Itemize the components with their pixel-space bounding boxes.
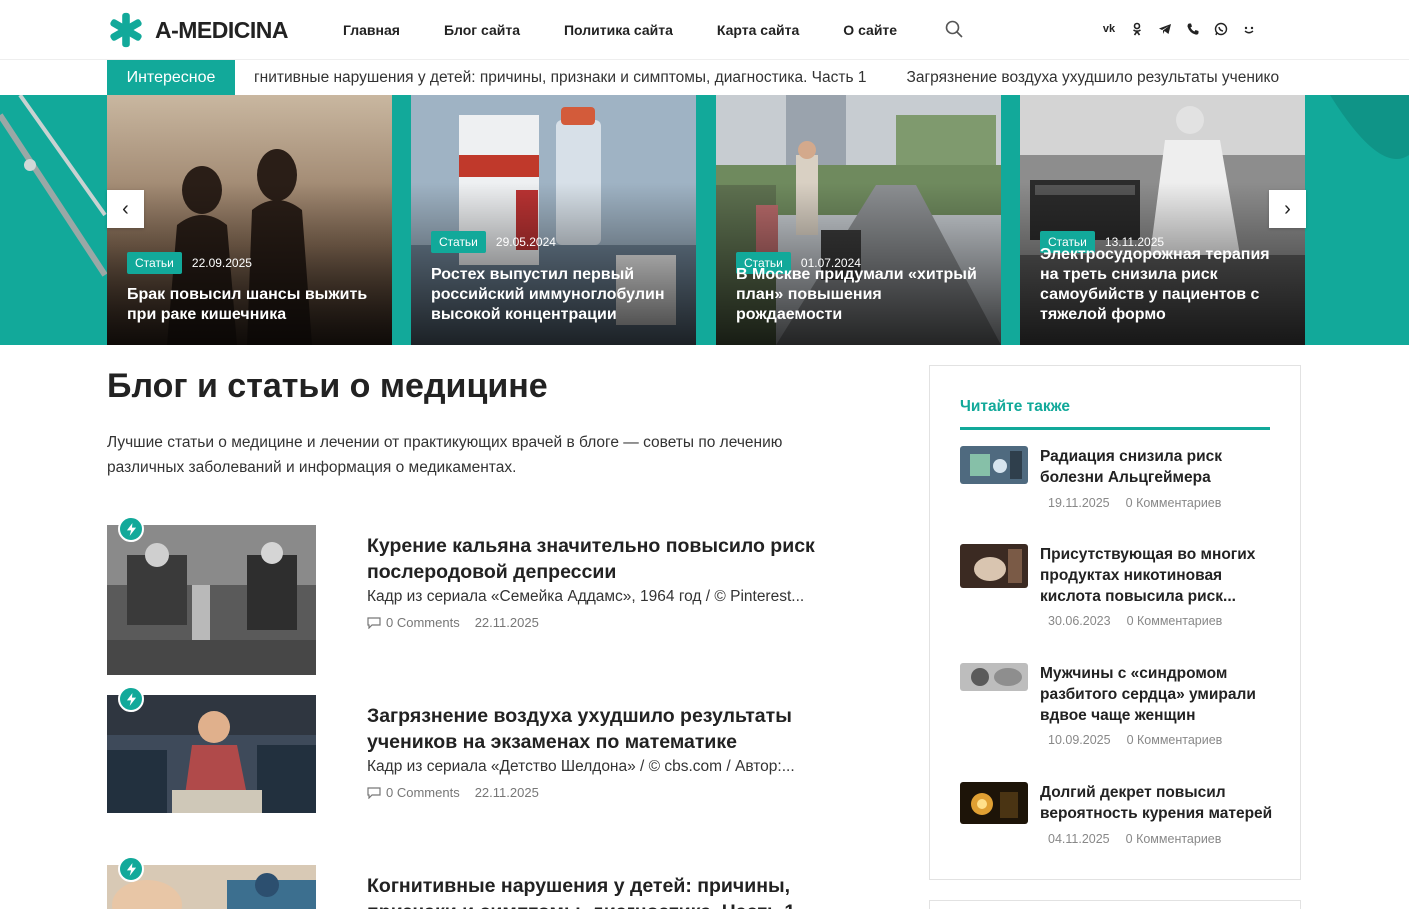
post-title[interactable]: Курение кальяна значительно повысило рис…	[367, 533, 827, 585]
sidebar-item-meta: 19.11.2025 0 Комментариев	[1048, 496, 1221, 510]
nav-item-policy[interactable]: Политика сайта	[564, 22, 673, 38]
post-meta: 0 Comments 22.11.2025	[367, 615, 539, 630]
sidebar-item-comments[interactable]: 0 Комментариев	[1126, 496, 1222, 510]
sidebar-item-title[interactable]: Долгий декрет повысил вероятность курени…	[1040, 782, 1275, 824]
post-meta: 0 Comments 22.11.2025	[367, 785, 539, 800]
search-icon[interactable]	[944, 19, 964, 39]
category-badge[interactable]: Статьи	[431, 231, 486, 253]
post-excerpt: Кадр из сериала «Детство Шелдона» / © cb…	[367, 758, 795, 775]
slider-next-button[interactable]: ›	[1269, 190, 1306, 228]
nav-item-blog[interactable]: Блог сайта	[444, 22, 520, 38]
post-date: 22.11.2025	[474, 785, 539, 800]
slide-title[interactable]: Брак повысил шансы выжить при раке кишеч…	[127, 285, 376, 325]
sidebar-thumbnail[interactable]	[960, 446, 1028, 484]
nav-item-home[interactable]: Главная	[343, 22, 400, 38]
ticker-label: Интересное	[107, 60, 235, 95]
post-excerpt: Кадр из сериала «Семейка Аддамс», 1964 г…	[367, 588, 805, 605]
post-item: Когнитивные нарушения у детей: причины, …	[107, 865, 827, 909]
slide-card[interactable]: Статьи 29.05.2024 Ростех выпустил первый…	[411, 95, 696, 345]
post-item: Загрязнение воздуха ухудшило результаты …	[107, 686, 827, 845]
sidebar-item-date: 10.09.2025	[1048, 733, 1111, 747]
main-nav: Главная Блог сайта Политика сайта Карта …	[343, 0, 941, 60]
featured-slider: Статьи 22.09.2025 Брак повысил шансы выж…	[0, 95, 1409, 345]
lightning-icon	[118, 516, 144, 542]
page-title: Блог и статьи о медицине	[107, 367, 548, 405]
sidebar-thumbnail[interactable]	[960, 782, 1028, 824]
viber-icon[interactable]	[1184, 20, 1202, 38]
slide-title[interactable]: Электросудорожная терапия на треть снизи…	[1040, 245, 1289, 325]
max-icon[interactable]	[1240, 20, 1258, 38]
sidebar-item-title[interactable]: Радиация снизила риск болезни Альцгеймер…	[1040, 446, 1275, 488]
site-header: A-MEDICINA Главная Блог сайта Политика с…	[0, 0, 1409, 60]
comments-count: 0 Comments	[386, 785, 460, 800]
sidebar-thumbnail[interactable]	[960, 544, 1028, 588]
category-badge[interactable]: Статьи	[127, 252, 182, 274]
sidebar-next-widget	[929, 900, 1301, 909]
whatsapp-icon[interactable]	[1212, 20, 1230, 38]
post-title[interactable]: Когнитивные нарушения у детей: причины, …	[367, 873, 827, 909]
post-item: Курение кальяна значительно повысило рис…	[107, 516, 827, 675]
nav-item-sitemap[interactable]: Карта сайта	[717, 22, 799, 38]
slide-title[interactable]: Ростех выпустил первый российский иммуно…	[431, 265, 680, 325]
sidebar-item-meta: 10.09.2025 0 Комментариев	[1048, 733, 1222, 747]
comments-count: 0 Comments	[386, 615, 460, 630]
ticker-item[interactable]: Загрязнение воздуха ухудшило результаты …	[907, 69, 1280, 87]
comment-icon	[367, 786, 381, 799]
sidebar-item-title[interactable]: Мужчины с «синдромом разбитого сердца» у…	[1040, 663, 1275, 726]
sidebar-divider	[960, 427, 1270, 430]
sidebar-item-meta: 04.11.2025 0 Комментариев	[1048, 832, 1221, 846]
slide-card[interactable]: Статьи 13.11.2025 Электросудорожная тера…	[1020, 95, 1305, 345]
slider-prev-button[interactable]: ‹	[107, 190, 144, 228]
sidebar-thumbnail[interactable]	[960, 663, 1028, 691]
comment-icon	[367, 616, 381, 629]
post-thumbnail[interactable]	[107, 695, 316, 813]
social-links: vk	[1100, 20, 1258, 38]
sidebar-item-comments[interactable]: 0 Комментариев	[1127, 614, 1223, 628]
sidebar-item-title[interactable]: Присутствующая во многих продуктах никот…	[1040, 544, 1275, 607]
site-logo[interactable]: A-MEDICINA	[107, 10, 289, 50]
odnoklassniki-icon[interactable]	[1128, 20, 1146, 38]
sidebar-item-date: 19.11.2025	[1048, 496, 1110, 510]
sidebar-read-also: Читайте также Радиация снизила риск боле…	[929, 365, 1301, 880]
page-description: Лучшие статьи о медицине и лечении от пр…	[107, 434, 783, 476]
nav-item-about[interactable]: О сайте	[843, 22, 897, 38]
sidebar-item-comments[interactable]: 0 Комментариев	[1126, 832, 1222, 846]
post-date: 22.11.2025	[474, 615, 539, 630]
slide-card[interactable]: Статьи 22.09.2025 Брак повысил шансы выж…	[107, 95, 392, 345]
post-title[interactable]: Загрязнение воздуха ухудшило результаты …	[367, 703, 827, 755]
sidebar-item-date: 30.06.2023	[1048, 614, 1111, 628]
sidebar-title: Читайте также	[960, 398, 1071, 415]
slide-meta: Статьи 29.05.2024	[431, 231, 556, 253]
asterisk-logo-icon	[110, 12, 142, 48]
slide-date: 29.05.2024	[495, 235, 556, 249]
comments-link[interactable]: 0 Comments	[367, 615, 460, 630]
logo-text: A-MEDICINA	[155, 16, 289, 43]
ticker-track: гнитивные нарушения у детей: причины, пр…	[254, 60, 1309, 95]
sidebar-item-comments[interactable]: 0 Комментариев	[1127, 733, 1223, 747]
vk-icon[interactable]: vk	[1100, 20, 1118, 38]
news-ticker: Интересное гнитивные нарушения у детей: …	[107, 60, 1309, 95]
comments-link[interactable]: 0 Comments	[367, 785, 460, 800]
slide-meta: Статьи 22.09.2025	[127, 252, 252, 274]
slide-date: 22.09.2025	[191, 256, 252, 270]
lightning-icon	[118, 686, 144, 712]
sidebar-item-date: 04.11.2025	[1048, 832, 1110, 846]
slide-card[interactable]: Статьи 01.07.2024 В Москве придумали «хи…	[716, 95, 1001, 345]
ticker-item[interactable]: гнитивные нарушения у детей: причины, пр…	[254, 69, 867, 87]
telegram-icon[interactable]	[1156, 20, 1174, 38]
post-thumbnail[interactable]	[107, 525, 316, 675]
lightning-icon	[118, 856, 144, 882]
slide-title[interactable]: В Москве придумали «хитрый план» повышен…	[736, 265, 985, 325]
sidebar-item-meta: 30.06.2023 0 Комментариев	[1048, 614, 1222, 628]
